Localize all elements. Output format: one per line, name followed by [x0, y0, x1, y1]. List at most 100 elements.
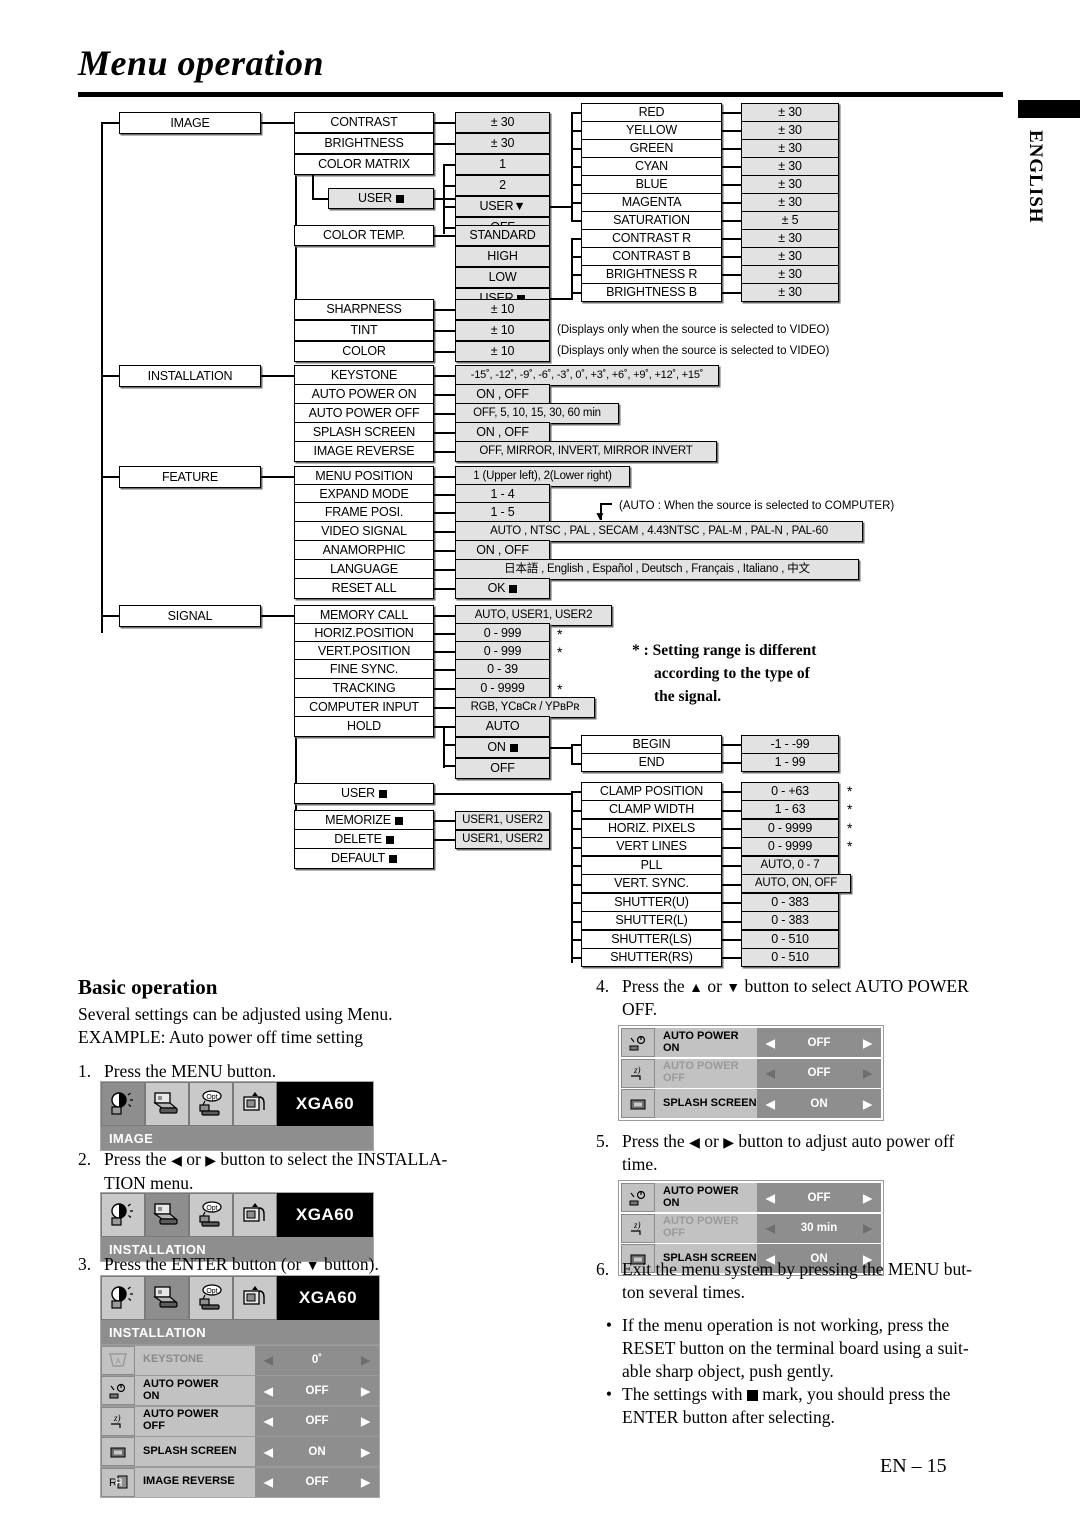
feature-tab-icon[interactable]: Opt [189, 1276, 233, 1320]
osd-row-auto-power-on[interactable]: AUTO POWER ON ◀ OFF ▶ [621, 1183, 881, 1212]
node-menu-image: IMAGE [119, 112, 261, 134]
value-cm-cyan: ± 30 [741, 157, 839, 176]
auto-power-on-icon [101, 1376, 135, 1405]
right-arrow-icon[interactable]: ▶ [361, 1414, 370, 1428]
connector [260, 375, 296, 377]
star-mark: * [557, 681, 563, 697]
installation-tab-icon[interactable] [145, 1276, 189, 1320]
value-frame-posi: 1 - 5 [455, 502, 550, 523]
left-arrow-icon[interactable]: ◀ [264, 1445, 273, 1459]
osd-screenshot-step4: AUTO POWER ON ◀ OFF ▶ z) AUTO POWER OFF ◀ … [618, 1025, 884, 1121]
value-color-temp-standard: STANDARD [455, 225, 550, 246]
osd-row-keystone[interactable]: A KEYSTONE ◀ 0˚ ▶ [101, 1345, 379, 1375]
value-tint: ± 10 [455, 320, 550, 341]
osd-row-label: AUTO POWER OFF [655, 1058, 757, 1088]
node-label: ON [487, 740, 506, 755]
enter-required-mark [388, 854, 397, 863]
bullet-2-line2: ENTER button after selecting. [622, 1407, 835, 1427]
left-arrow-icon[interactable]: ◀ [264, 1384, 273, 1398]
node-image-reverse: IMAGE REVERSE [294, 441, 434, 462]
installation-tab-icon[interactable] [145, 1193, 189, 1237]
osd-row-label: IMAGE REVERSE [135, 1467, 255, 1497]
signal-tab-icon[interactable] [233, 1193, 277, 1237]
osd-row-value[interactable]: ◀ OFF ▶ [757, 1058, 881, 1088]
osd-row-label: AUTO POWER OFF [655, 1213, 757, 1243]
osd-row-value[interactable]: ◀ ON ▶ [255, 1437, 379, 1466]
signal-tab-icon[interactable] [233, 1276, 277, 1320]
installation-tab-icon[interactable] [145, 1082, 189, 1126]
feature-tab-icon[interactable]: Opt [189, 1193, 233, 1237]
osd-row-auto-power-off[interactable]: z) AUTO POWER OFF ◀ OFF ▶ [621, 1058, 881, 1088]
osd-row-value[interactable]: ◀ 0˚ ▶ [255, 1345, 379, 1375]
osd-row-auto-power-off[interactable]: z) AUTO POWER OFF ◀ 30 min ▶ [621, 1213, 881, 1243]
left-arrow-icon[interactable]: ◀ [264, 1475, 273, 1489]
image-tab-icon[interactable] [101, 1082, 145, 1126]
right-arrow-icon[interactable]: ▶ [863, 1191, 872, 1205]
star-mark: * [847, 801, 853, 817]
left-arrow-icon[interactable]: ◀ [264, 1353, 273, 1367]
osd-value-text: OFF [305, 1476, 329, 1488]
node-splash-screen: SPLASH SCREEN [294, 422, 434, 443]
left-arrow-icon[interactable]: ◀ [766, 1221, 775, 1235]
right-arrow-icon[interactable]: ▶ [863, 1036, 872, 1050]
image-tab-icon[interactable] [101, 1276, 145, 1320]
node-shutter-ls: SHUTTER(LS) [581, 930, 722, 949]
node-ct-brightness-b: BRIGHTNESS B [581, 283, 722, 302]
left-arrow-icon[interactable]: ◀ [766, 1066, 775, 1080]
step-2: 2. Press the or button to select the INS… [78, 1148, 548, 1172]
value-color-temp-high: HIGH [455, 246, 550, 267]
osd-row-value[interactable]: ◀ OFF ▶ [255, 1406, 379, 1436]
value-color: ± 10 [455, 341, 550, 362]
bullet-text-a: If the menu operation is not working, pr… [622, 1315, 950, 1335]
left-arrow-icon[interactable]: ◀ [766, 1191, 775, 1205]
value-tracking: 0 - 9999 [455, 678, 550, 699]
osd-screenshot-image-menu: Opt XGA60 IMAGE [100, 1081, 374, 1151]
feature-tab-icon[interactable]: Opt [189, 1082, 233, 1126]
connector [101, 375, 121, 377]
osd-row-value[interactable]: ◀ 30 min ▶ [757, 1213, 881, 1243]
osd-row-value[interactable]: ◀ OFF ▶ [255, 1467, 379, 1497]
right-arrow-icon[interactable]: ▶ [863, 1066, 872, 1080]
step-text-b: or [704, 1131, 719, 1151]
value-clamp-position: 0 - +63 [741, 782, 839, 801]
node-label: DELETE [334, 832, 382, 847]
splash-screen-icon [101, 1437, 135, 1466]
osd-row-value[interactable]: ◀ OFF ▶ [255, 1376, 379, 1405]
osd-row-label: SPLASH SCREEN [655, 1089, 757, 1118]
svg-text:R: R [115, 1477, 123, 1489]
right-arrow-icon[interactable]: ▶ [361, 1384, 370, 1398]
osd-row-value[interactable]: ◀ OFF ▶ [757, 1183, 881, 1212]
right-arrow-icon[interactable]: ▶ [361, 1475, 370, 1489]
right-arrow-icon[interactable]: ▶ [361, 1445, 370, 1459]
step-text-a: Press the [622, 976, 685, 996]
basic-intro-line2: EXAMPLE: Auto power off time setting [78, 1027, 363, 1047]
osd-row-image-reverse[interactable]: RR IMAGE REVERSE ◀ OFF ▶ [101, 1467, 379, 1497]
osd-value-text: OFF [305, 1384, 329, 1397]
value-ct-contrast-b: ± 30 [741, 247, 839, 266]
osd-signal-label: XGA60 [277, 1193, 373, 1237]
osd-row-auto-power-on[interactable]: AUTO POWER ON ◀ OFF ▶ [101, 1376, 379, 1405]
osd-row-auto-power-on[interactable]: AUTO POWER ON ◀ OFF ▶ [621, 1028, 881, 1057]
step-text-c: button to select AUTO POWER [744, 976, 969, 996]
osd-row-value[interactable]: ◀ OFF ▶ [757, 1028, 881, 1057]
osd-tab-icons: Opt [101, 1082, 277, 1126]
osd-row-auto-power-off[interactable]: z) AUTO POWER OFF ◀ OFF ▶ [101, 1406, 379, 1436]
value-fine-sync: 0 - 39 [455, 659, 550, 680]
left-arrow-icon[interactable]: ◀ [766, 1036, 775, 1050]
image-tab-icon[interactable] [101, 1193, 145, 1237]
signal-tab-icon[interactable] [233, 1082, 277, 1126]
left-arrow-icon[interactable]: ◀ [264, 1414, 273, 1428]
right-arrow-icon[interactable]: ▶ [361, 1353, 370, 1367]
osd-row-value[interactable]: ◀ ON ▶ [757, 1089, 881, 1118]
node-label: OK [487, 581, 506, 596]
bullet-marker: • [605, 1315, 613, 1335]
step-number: 4. [596, 976, 610, 996]
right-arrow-icon[interactable]: ▶ [863, 1097, 872, 1111]
right-arrow-icon[interactable]: ▶ [863, 1221, 872, 1235]
left-arrow-icon[interactable]: ◀ [766, 1097, 775, 1111]
value-sharpness: ± 10 [455, 299, 550, 320]
right-arrow-icon [723, 1131, 734, 1151]
osd-row-splash-screen[interactable]: SPLASH SCREEN ◀ ON ▶ [101, 1437, 379, 1466]
node-contrast: CONTRAST [294, 112, 434, 133]
osd-row-splash-screen[interactable]: SPLASH SCREEN ◀ ON ▶ [621, 1089, 881, 1118]
